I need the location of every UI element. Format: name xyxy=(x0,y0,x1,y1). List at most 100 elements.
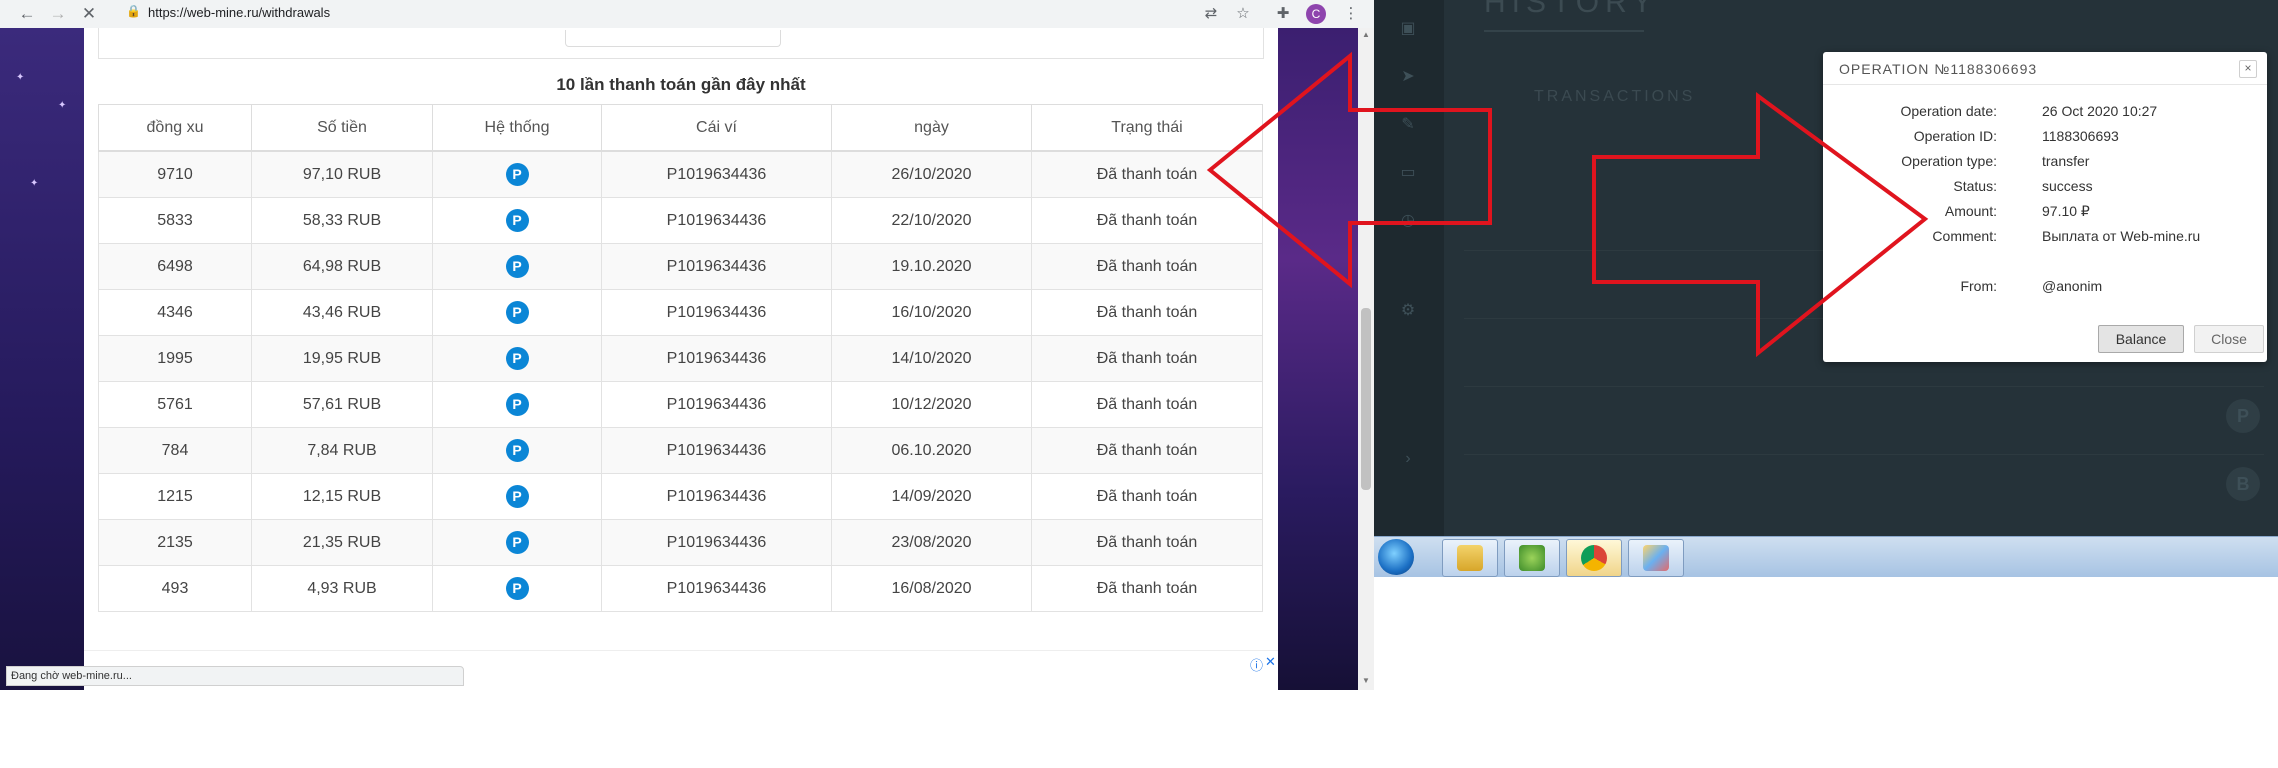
wallet-cell: P1019634436 xyxy=(601,473,832,520)
date-cell: 16/08/2020 xyxy=(831,565,1032,612)
system-cell: P xyxy=(432,243,602,290)
expand-icon[interactable]: › xyxy=(1398,450,1418,470)
system-cell: P xyxy=(432,565,602,612)
field-label: Comment: xyxy=(1932,228,1997,244)
background-illustration-left: ✦ ✦ ✦ xyxy=(0,28,84,690)
extensions-icon[interactable]: ✚ xyxy=(1272,3,1294,25)
url-text[interactable]: https://web-mine.ru/withdrawals xyxy=(148,5,330,20)
field-value: 97.10 ₽ xyxy=(2042,203,2090,219)
system-cell: P xyxy=(432,150,602,198)
top-panel-button[interactable] xyxy=(565,30,781,47)
field-from: From: @anonim xyxy=(1823,278,2267,298)
status-cell: Đã thanh toán xyxy=(1031,565,1263,612)
start-orb-icon[interactable] xyxy=(1378,539,1414,575)
transactions-label: TRANSACTIONS xyxy=(1534,88,1696,105)
ad-info-icon[interactable]: ⓘ xyxy=(1250,655,1263,674)
operation-details-dialog: OPERATION №1188306693 × Operation date: … xyxy=(1823,52,2267,362)
background-illustration-right xyxy=(1278,28,1358,690)
field-value: success xyxy=(2042,178,2093,194)
status-cell: Đã thanh toán xyxy=(1031,519,1263,566)
status-cell: Đã thanh toán xyxy=(1031,150,1263,198)
amount-cell: 12,15 RUB xyxy=(251,473,433,520)
translate-icon[interactable]: ⇄ xyxy=(1200,3,1222,25)
paint-taskbar-button[interactable] xyxy=(1628,539,1684,577)
table-row: 9710 97,10 RUB P P1019634436 26/10/2020 Đã th… xyxy=(98,150,1263,198)
menu-kebab-icon[interactable]: ⋮ xyxy=(1340,3,1362,25)
payeer-logo-icon: B xyxy=(2226,467,2260,501)
date-cell: 16/10/2020 xyxy=(831,289,1032,336)
column-header: Cái ví xyxy=(601,104,832,152)
wallet-cell: P1019634436 xyxy=(601,335,832,382)
payeer-system-icon: P xyxy=(505,577,529,600)
coins-cell: 6498 xyxy=(98,243,252,290)
balance-button[interactable]: Balance xyxy=(2098,325,2184,353)
explorer-taskbar-button[interactable] xyxy=(1442,539,1498,577)
settings-icon[interactable]: ⚙ xyxy=(1398,300,1418,320)
payeer-system-icon: P xyxy=(505,255,529,278)
forward-icon[interactable]: → xyxy=(47,3,69,25)
wallet-cell: P1019634436 xyxy=(601,381,832,428)
system-cell: P xyxy=(432,519,602,566)
coins-cell: 4346 xyxy=(98,289,252,336)
chrome-taskbar-button[interactable] xyxy=(1566,539,1622,577)
status-cell: Đã thanh toán xyxy=(1031,381,1263,428)
amount-cell: 64,98 RUB xyxy=(251,243,433,290)
field-value: transfer xyxy=(2042,153,2090,169)
field-label: Status: xyxy=(1953,178,1997,194)
wallet-icon[interactable]: ▣ xyxy=(1398,18,1418,38)
history-icon[interactable]: ◷ xyxy=(1398,210,1418,230)
amount-cell: 57,61 RUB xyxy=(251,381,433,428)
web-page: ✦ ✦ ✦ 10 lần thanh toán gần đây nhất đồn… xyxy=(0,28,1358,690)
profile-avatar[interactable]: C xyxy=(1306,4,1326,24)
address-bar[interactable]: 🔒 https://web-mine.ru/withdrawals xyxy=(118,2,1216,24)
wallet-cell: P1019634436 xyxy=(601,197,832,244)
payeer-system-icon: P xyxy=(505,209,529,232)
table-header-row: đồng xu Số tiền Hệ thống Cái ví ngày Trạ… xyxy=(98,104,1263,152)
status-cell: Đã thanh toán xyxy=(1031,473,1263,520)
date-cell: 14/10/2020 xyxy=(831,335,1032,382)
wallet-cell: P1019634436 xyxy=(601,519,832,566)
wallet-cell: P1019634436 xyxy=(601,565,832,612)
column-header: đồng xu xyxy=(98,104,252,152)
table-row: 784 7,84 RUB P P1019634436 06.10.2020 Đã than… xyxy=(98,427,1263,474)
table-row: 1215 12,15 RUB P P1019634436 14/09/2020 Đã th… xyxy=(98,473,1263,520)
history-heading: HISTORY xyxy=(1484,0,1659,19)
field-amount: Amount: 97.10 ₽ xyxy=(1823,203,2267,223)
bookmark-star-icon[interactable]: ☆ xyxy=(1232,3,1254,25)
date-cell: 19.10.2020 xyxy=(831,243,1032,290)
date-cell: 10/12/2020 xyxy=(831,381,1032,428)
payeer-system-icon: P xyxy=(505,163,529,186)
coins-cell: 9710 xyxy=(98,150,252,198)
date-cell: 22/10/2020 xyxy=(831,197,1032,244)
system-cell: P xyxy=(432,289,602,336)
scroll-down-icon[interactable]: ▼ xyxy=(1362,676,1370,685)
close-button[interactable]: Close xyxy=(2194,325,2264,353)
back-icon[interactable]: ← xyxy=(16,3,38,25)
document-icon[interactable]: ✎ xyxy=(1398,114,1418,134)
table-row: 5761 57,61 RUB P P1019634436 10/12/2020 Đã th… xyxy=(98,381,1263,428)
field-label: Operation type: xyxy=(1901,153,1997,169)
date-cell: 14/09/2020 xyxy=(831,473,1032,520)
spotify-taskbar-button[interactable] xyxy=(1504,539,1560,577)
system-cell: P xyxy=(432,427,602,474)
page-scrollbar[interactable]: ▲ ▼ xyxy=(1358,28,1374,690)
payeer-logo-icon: P xyxy=(2226,399,2260,433)
field-comment: Comment: Выплата от Web-mine.ru xyxy=(1823,228,2267,248)
card-icon[interactable]: ▭ xyxy=(1398,162,1418,182)
coins-cell: 2135 xyxy=(98,519,252,566)
app-sidebar: ▣ ➤ ✎ ▭ ◷ ⚙ › xyxy=(1374,0,1444,536)
stop-loading-icon[interactable]: ✕ xyxy=(78,3,100,25)
amount-cell: 19,95 RUB xyxy=(251,335,433,382)
date-cell: 06.10.2020 xyxy=(831,427,1032,474)
ad-close-icon[interactable]: ✕ xyxy=(1265,654,1276,670)
payeer-system-icon: P xyxy=(505,531,529,554)
scroll-up-icon[interactable]: ▲ xyxy=(1362,30,1370,39)
table-row: 6498 64,98 RUB P P1019634436 19.10.2020 Đã th… xyxy=(98,243,1263,290)
field-label: Operation ID: xyxy=(1913,128,1997,144)
send-icon[interactable]: ➤ xyxy=(1398,66,1418,86)
scrollbar-thumb[interactable] xyxy=(1361,308,1371,490)
loading-status-text: Đang chờ web-mine.ru... xyxy=(6,666,464,686)
close-icon[interactable]: × xyxy=(2239,60,2257,78)
date-cell: 23/08/2020 xyxy=(831,519,1032,566)
field-operation-date: Operation date: 26 Oct 2020 10:27 xyxy=(1823,103,2267,123)
